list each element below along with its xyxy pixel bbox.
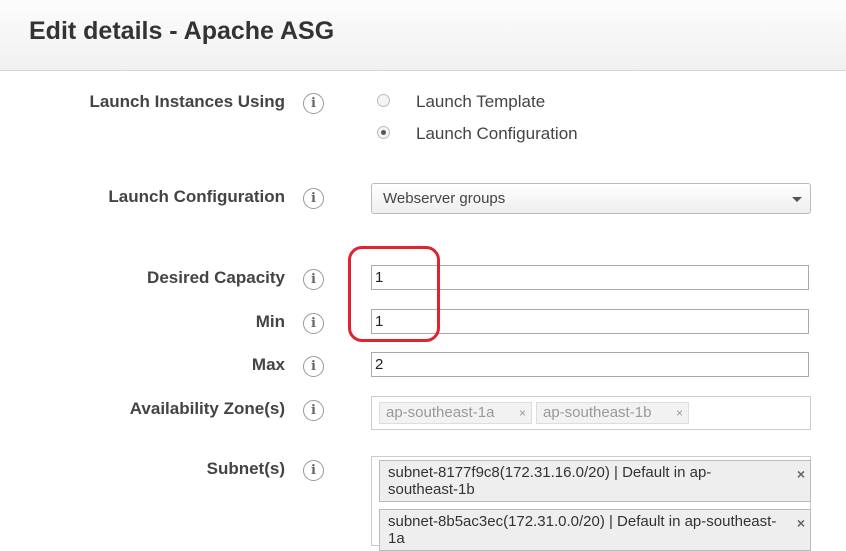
desired-capacity-label: Desired Capacity: [147, 268, 285, 287]
subnets-field[interactable]: subnet-8177f9c8(172.31.16.0/20) | Defaul…: [371, 456, 811, 551]
info-icon[interactable]: i: [303, 188, 324, 209]
info-icon[interactable]: i: [303, 313, 324, 334]
subnets-label: Subnet(s): [206, 459, 285, 478]
highlight-annotation: [348, 246, 440, 342]
launch-configuration-value: Webserver groups: [383, 190, 506, 207]
launch-configuration-label: Launch Configuration: [108, 187, 285, 206]
radio-launch-template-label[interactable]: Launch Template: [416, 92, 545, 112]
az-tag: ap-southeast-1b ×: [536, 402, 689, 424]
info-icon[interactable]: i: [303, 400, 324, 421]
info-icon[interactable]: i: [303, 460, 324, 481]
info-icon[interactable]: i: [303, 93, 324, 114]
dialog-header: Edit details - Apache ASG: [0, 0, 846, 71]
subnet-tag-label: subnet-8b5ac3ec(172.31.0.0/20) | Default…: [388, 513, 777, 547]
launch-configuration-select[interactable]: Webserver groups: [371, 183, 811, 214]
az-tag-label: ap-southeast-1a: [386, 404, 495, 421]
max-value: 2: [375, 356, 384, 373]
remove-icon[interactable]: ×: [676, 403, 683, 423]
az-tag-label: ap-southeast-1b: [543, 404, 652, 421]
max-input[interactable]: 2: [371, 352, 809, 377]
radio-launch-configuration[interactable]: [377, 126, 390, 139]
radio-launch-template[interactable]: [377, 94, 390, 107]
availability-zones-label: Availability Zone(s): [129, 399, 285, 418]
subnet-tag: subnet-8b5ac3ec(172.31.0.0/20) | Default…: [379, 509, 811, 551]
subnet-tag: subnet-8177f9c8(172.31.16.0/20) | Defaul…: [379, 460, 811, 502]
info-icon[interactable]: i: [303, 356, 324, 377]
az-tag: ap-southeast-1a ×: [379, 402, 532, 424]
subnet-tag-label: subnet-8177f9c8(172.31.16.0/20) | Defaul…: [388, 464, 712, 498]
info-icon[interactable]: i: [303, 269, 324, 290]
min-label: Min: [255, 312, 285, 331]
remove-icon[interactable]: ×: [797, 515, 805, 532]
radio-launch-configuration-label[interactable]: Launch Configuration: [416, 124, 578, 144]
launch-instances-label: Launch Instances Using: [89, 92, 285, 111]
remove-icon[interactable]: ×: [797, 466, 805, 483]
max-label: Max: [251, 355, 285, 374]
availability-zones-field[interactable]: ap-southeast-1a × ap-southeast-1b ×: [371, 396, 811, 430]
chevron-down-icon: [792, 197, 802, 202]
remove-icon[interactable]: ×: [519, 403, 526, 423]
dialog-title: Edit details - Apache ASG: [29, 17, 335, 45]
